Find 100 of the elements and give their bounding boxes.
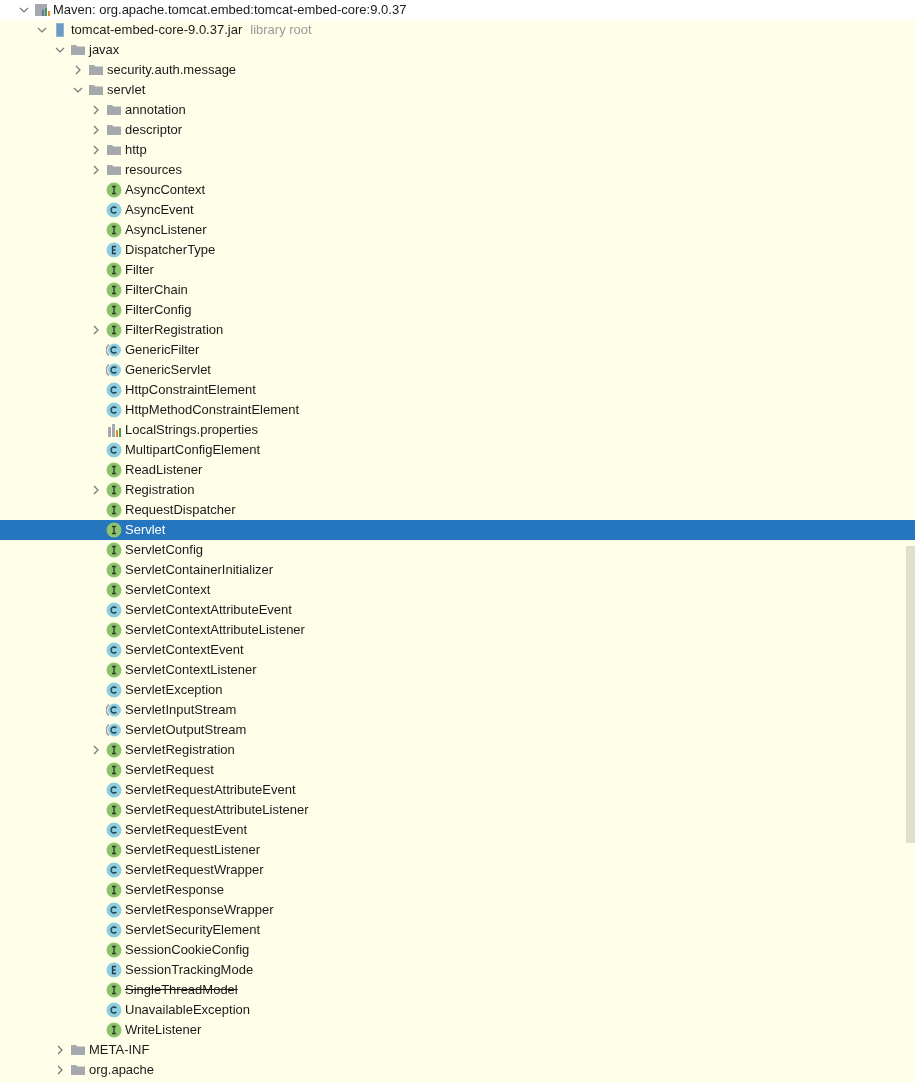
tree-item-label[interactable]: ServletRequestListener: [125, 840, 261, 860]
tree-item-label[interactable]: Servlet: [125, 520, 166, 540]
tree-item-label[interactable]: AsyncContext: [125, 180, 206, 200]
tree-item-label[interactable]: MultipartConfigElement: [125, 440, 261, 460]
tree-item-label[interactable]: annotation: [125, 100, 186, 120]
selected-row[interactable]: Servlet: [0, 520, 915, 540]
interface-icon: [106, 942, 122, 958]
tree-item-label[interactable]: GenericFilter: [125, 340, 200, 360]
interface-icon: [106, 1022, 122, 1038]
properties-file-icon: [106, 422, 122, 438]
tree-item-label[interactable]: ServletContextAttributeListener: [125, 620, 305, 640]
class-icon: [106, 202, 122, 218]
tree-item-label[interactable]: HttpConstraintElement: [125, 380, 256, 400]
interface-icon: [106, 542, 122, 558]
class-icon: [106, 782, 122, 798]
tree-item-label[interactable]: ServletOutputStream: [125, 720, 247, 740]
tree-item-label[interactable]: ServletContextListener: [125, 660, 257, 680]
tree-item-label[interactable]: ServletRequestAttributeEvent: [125, 780, 296, 800]
interface-icon: [106, 522, 122, 538]
tree-item-label[interactable]: RequestDispatcher: [125, 500, 236, 520]
tree-item-label[interactable]: ServletInputStream: [125, 700, 237, 720]
enum-icon: [106, 242, 122, 258]
tree-item-label[interactable]: META-INF: [89, 1040, 150, 1060]
tree-item-label[interactable]: LocalStrings.properties: [125, 420, 258, 440]
tree-item-label[interactable]: ServletRequestEvent: [125, 820, 248, 840]
interface-icon: [106, 882, 122, 898]
tree-item-label[interactable]: ServletSecurityElement: [125, 920, 261, 940]
tree-item-label[interactable]: ServletConfig: [125, 540, 204, 560]
tree-item-label[interactable]: resources: [125, 160, 183, 180]
tree-item-label[interactable]: SingleThreadModel: [125, 980, 238, 1000]
interface-icon: [106, 322, 122, 338]
interface-icon: [106, 482, 122, 498]
class-icon: [106, 642, 122, 658]
folder-icon: [106, 142, 122, 158]
interface-icon: [106, 982, 122, 998]
class-icon: [106, 922, 122, 938]
class-icon: [106, 442, 122, 458]
tree-item-label[interactable]: ServletContainerInitializer: [125, 560, 274, 580]
tree-item-label[interactable]: ServletRequestAttributeListener: [125, 800, 309, 820]
tree-item-label[interactable]: AsyncListener: [125, 220, 207, 240]
tree-item-label[interactable]: Registration: [125, 480, 195, 500]
interface-icon: [106, 282, 122, 298]
abstract-class-icon: [106, 342, 122, 358]
tree-item-label[interactable]: WriteListener: [125, 1020, 202, 1040]
tree-item-label[interactable]: SessionTrackingMode: [125, 960, 254, 980]
class-icon: [106, 682, 122, 698]
tree-item-label[interactable]: DispatcherType: [125, 240, 216, 260]
interface-icon: [106, 842, 122, 858]
interface-icon: [106, 462, 122, 478]
folder-icon: [106, 162, 122, 178]
interface-icon: [106, 802, 122, 818]
tree-item-label[interactable]: ServletRequestWrapper: [125, 860, 264, 880]
tree-item-label[interactable]: security.auth.message: [107, 60, 237, 80]
tree-item-label[interactable]: FilterChain: [125, 280, 188, 300]
folder-icon: [88, 62, 104, 78]
tree-item-label[interactable]: org.apache: [89, 1060, 155, 1080]
tree-item-label[interactable]: Filter: [125, 260, 154, 280]
library-icon: [34, 2, 50, 18]
tree-item-label[interactable]: AsyncEvent: [125, 200, 194, 220]
class-icon: [106, 1002, 122, 1018]
tree-item-label[interactable]: javax: [89, 40, 120, 60]
interface-icon: [106, 262, 122, 278]
interface-icon: [106, 742, 122, 758]
tree-item-label[interactable]: ServletContextEvent: [125, 640, 244, 660]
interface-icon: [106, 622, 122, 638]
tree-item-label[interactable]: descriptor: [125, 120, 183, 140]
tree-item-label[interactable]: GenericServlet: [125, 360, 211, 380]
tree-item-label[interactable]: http: [125, 140, 147, 160]
folder-icon: [88, 82, 104, 98]
tree-item-label[interactable]: ServletResponseWrapper: [125, 900, 274, 920]
tree-item-label[interactable]: ServletContext: [125, 580, 211, 600]
scrollbar-thumb[interactable]: [906, 546, 915, 843]
class-icon: [106, 822, 122, 838]
tree-item-label[interactable]: tomcat-embed-core-9.0.37.jar: [71, 20, 243, 40]
tree-item-label[interactable]: ServletRegistration: [125, 740, 235, 760]
tree-item-label[interactable]: ServletException: [125, 680, 223, 700]
enum-icon: [106, 962, 122, 978]
tree-item-label[interactable]: HttpMethodConstraintElement: [125, 400, 300, 420]
library-root-hint: library root: [250, 21, 312, 40]
tree-item-label[interactable]: UnavailableException: [125, 1000, 251, 1020]
tree-item-label[interactable]: SessionCookieConfig: [125, 940, 250, 960]
folder-icon: [106, 122, 122, 138]
tree-item-label[interactable]: ServletResponse: [125, 880, 224, 900]
tree-item-label[interactable]: FilterConfig: [125, 300, 192, 320]
tree-item-label[interactable]: FilterRegistration: [125, 320, 224, 340]
abstract-class-icon: [106, 362, 122, 378]
interface-icon: [106, 502, 122, 518]
tree-item-label[interactable]: ServletRequest: [125, 760, 214, 780]
tree-item-label[interactable]: ReadListener: [125, 460, 203, 480]
interface-icon: [106, 582, 122, 598]
class-icon: [106, 402, 122, 418]
class-icon: [106, 902, 122, 918]
tree-item-label[interactable]: servlet: [107, 80, 146, 100]
interface-icon: [106, 662, 122, 678]
interface-icon: [106, 302, 122, 318]
folder-icon: [70, 42, 86, 58]
folder-icon: [70, 1062, 86, 1078]
tree-item-label[interactable]: ServletContextAttributeEvent: [125, 600, 292, 620]
interface-icon: [106, 182, 122, 198]
class-icon: [106, 382, 122, 398]
